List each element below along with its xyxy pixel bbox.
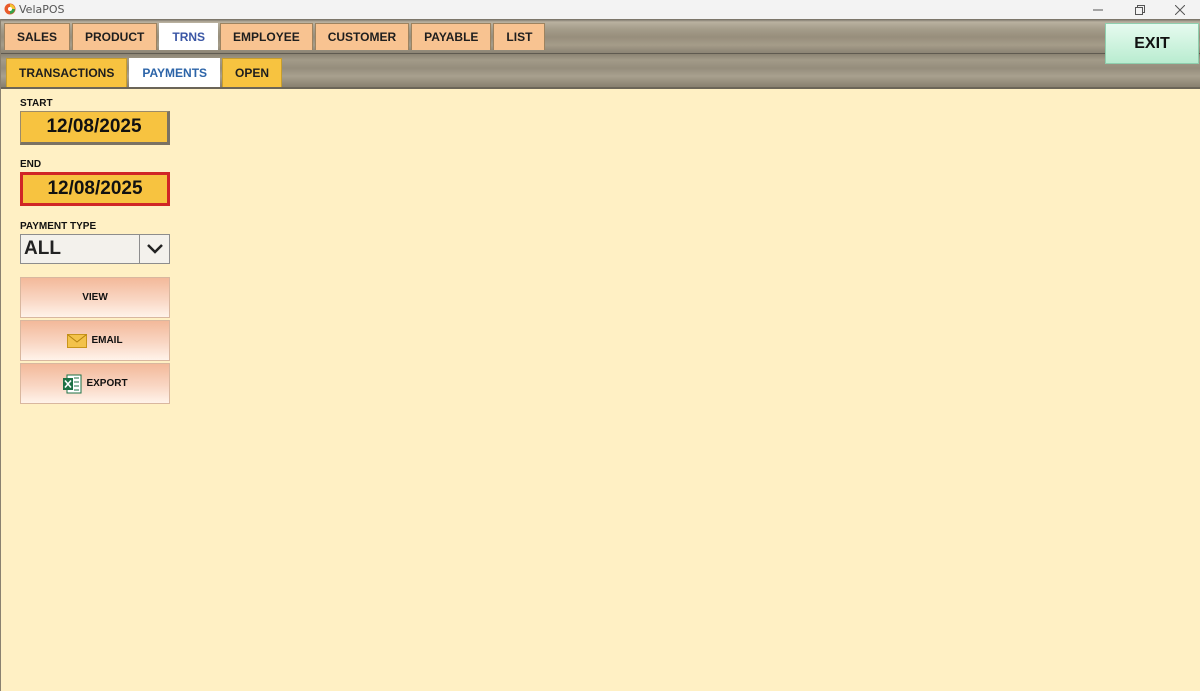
close-button[interactable] bbox=[1160, 0, 1200, 19]
app-logo-icon bbox=[4, 3, 16, 15]
payment-type-select[interactable]: ALL bbox=[20, 234, 170, 264]
excel-icon bbox=[63, 374, 82, 393]
tab-list[interactable]: LIST bbox=[493, 23, 546, 50]
email-label: EMAIL bbox=[91, 335, 123, 346]
chevron-down-icon bbox=[146, 244, 163, 254]
main-tabs: SALES PRODUCT TRNS EMPLOYEE CUSTOMER PAY… bbox=[4, 23, 546, 50]
view-button[interactable]: VIEW bbox=[20, 277, 170, 318]
tab-employee[interactable]: EMPLOYEE bbox=[220, 23, 313, 50]
tab-open[interactable]: OPEN bbox=[222, 58, 283, 87]
start-label: START bbox=[20, 98, 53, 109]
minimize-icon bbox=[1093, 9, 1103, 10]
tab-payments[interactable]: PAYMENTS bbox=[129, 58, 221, 87]
dropdown-button[interactable] bbox=[139, 235, 169, 263]
minimize-button[interactable] bbox=[1078, 0, 1118, 19]
tab-product[interactable]: PRODUCT bbox=[72, 23, 158, 50]
close-icon bbox=[1175, 4, 1185, 15]
restore-icon bbox=[1135, 4, 1145, 15]
tab-trns[interactable]: TRNS bbox=[159, 23, 219, 50]
export-button[interactable]: EXPORT bbox=[20, 363, 170, 404]
tab-transactions[interactable]: TRANSACTIONS bbox=[6, 58, 128, 87]
tab-sales[interactable]: SALES bbox=[4, 23, 71, 50]
payment-type-label: PAYMENT TYPE bbox=[20, 221, 97, 232]
restore-button[interactable] bbox=[1120, 0, 1160, 19]
view-label: VIEW bbox=[82, 292, 108, 303]
payment-type-value: ALL bbox=[24, 238, 61, 259]
main-window: SALES PRODUCT TRNS EMPLOYEE CUSTOMER PAY… bbox=[0, 19, 1200, 691]
start-date-field[interactable]: 12/08/2025 bbox=[20, 111, 170, 145]
email-button[interactable]: EMAIL bbox=[20, 320, 170, 361]
tab-customer[interactable]: CUSTOMER bbox=[314, 23, 410, 50]
exit-button[interactable]: EXIT bbox=[1105, 23, 1199, 64]
sub-tabs: TRANSACTIONS PAYMENTS OPEN bbox=[6, 58, 283, 87]
tab-payable[interactable]: PAYABLE bbox=[411, 23, 492, 50]
window-title: VelaPOS bbox=[19, 3, 65, 16]
window-titlebar: VelaPOS bbox=[0, 0, 1200, 20]
export-label: EXPORT bbox=[86, 378, 128, 389]
end-label: END bbox=[20, 159, 42, 170]
envelope-icon bbox=[67, 333, 88, 348]
end-date-field[interactable]: 12/08/2025 bbox=[20, 172, 170, 206]
